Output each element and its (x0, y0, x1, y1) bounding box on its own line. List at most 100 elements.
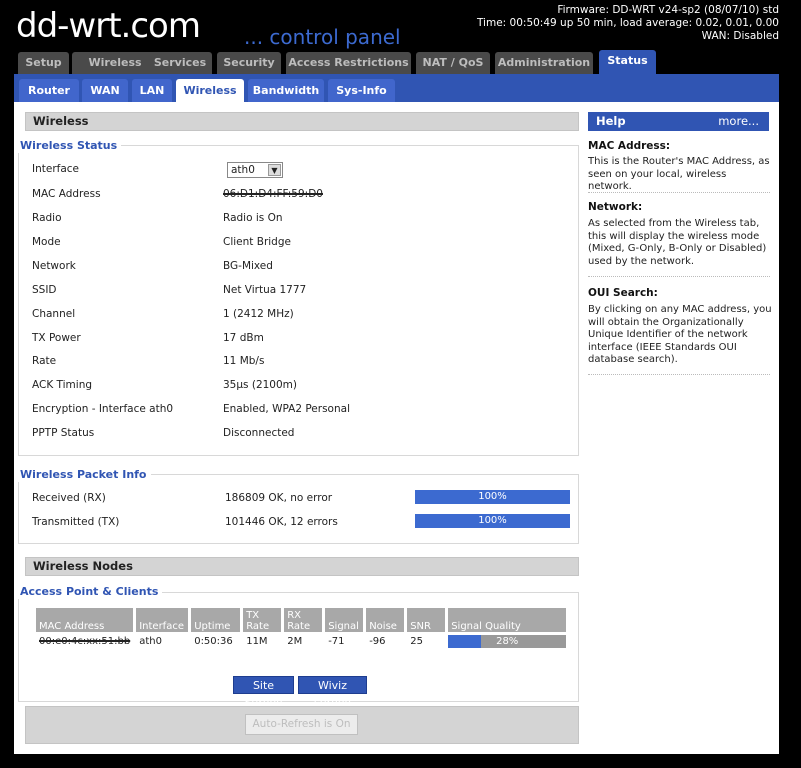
received-value: 186809 OK, no error (225, 492, 333, 504)
node-uptime: 0:50:36 (194, 635, 233, 647)
help-oui-title: OUI Search: (588, 287, 658, 299)
col-snr[interactable]: SNR (407, 608, 446, 632)
radio-value: Radio is On (223, 212, 283, 224)
packet-info-fieldset (18, 474, 579, 544)
help-divider (588, 192, 770, 193)
firmware-info: Firmware: DD-WRT v24-sp2 (08/07/10) std … (477, 4, 779, 43)
subtab-lan[interactable]: LAN (132, 79, 172, 102)
subtab-wireless[interactable]: Wireless (176, 79, 244, 102)
col-noise[interactable]: Noise (366, 608, 405, 632)
transmitted-value: 101446 OK, 12 errors (225, 516, 338, 528)
tab-setup[interactable]: Setup (18, 52, 69, 74)
signal-quality-text: 28% (496, 635, 519, 647)
help-divider (588, 276, 770, 277)
help-network-text: As selected from the Wireless tab, this … (588, 218, 767, 267)
tab-wireless[interactable]: Wireless (72, 52, 158, 74)
ack-timing-label: ACK Timing (32, 379, 93, 391)
table-row: 00:e0:4c:xx:51:bb ath0 0:50:36 11M 2M -7… (36, 634, 567, 648)
wan-status: WAN: Disabled (701, 30, 779, 42)
encryption-value: Enabled, WPA2 Personal (223, 403, 350, 415)
help-mac-text: This is the Router's MAC Address, as see… (588, 156, 770, 192)
firmware-version: Firmware: DD-WRT v24-sp2 (08/07/10) std (557, 4, 779, 16)
help-divider (588, 374, 770, 375)
node-snr: 25 (410, 635, 423, 647)
ssid-value: Net Virtua 1777 (223, 284, 307, 296)
help-oui-text: By clicking on any MAC address, you will… (588, 304, 772, 365)
channel-value: 1 (2412 MHz) (223, 308, 294, 320)
content-panel: Wireless Wireless Status Interface ath0 … (14, 102, 779, 754)
col-signal[interactable]: Signal (325, 608, 364, 632)
transmitted-progress-bar: 100% (415, 514, 570, 528)
tab-nat-qos[interactable]: NAT / QoS (416, 52, 490, 74)
ack-timing-value: 35µs (2100m) (223, 379, 297, 391)
rate-value: 11 Mb/s (223, 355, 265, 367)
node-interface: ath0 (139, 635, 162, 647)
help-mac-title: MAC Address: (588, 140, 671, 152)
logo-text: dd-wrt.com (16, 6, 201, 46)
nodes-table-header: MAC Address Interface Uptime TX Rate RX … (36, 608, 567, 632)
col-signal-quality[interactable]: Signal Quality (448, 608, 567, 632)
section-title-wireless-nodes: Wireless Nodes (25, 557, 579, 576)
network-value: BG-Mixed (223, 260, 273, 272)
help-header: Help more... (588, 112, 769, 131)
col-interface[interactable]: Interface (136, 608, 189, 632)
help-title: Help (596, 114, 626, 128)
uptime-info: Time: 00:50:49 up 50 min, load average: … (476, 17, 779, 29)
ssid-label: SSID (32, 284, 57, 296)
interface-label: Interface (32, 163, 80, 175)
mac-address-value: 06:D1:D4:FF:59:D0 (223, 188, 323, 200)
col-uptime[interactable]: Uptime (191, 608, 241, 632)
mode-value: Client Bridge (223, 236, 291, 248)
section-title-wireless: Wireless (25, 112, 579, 131)
col-mac-address[interactable]: MAC Address (36, 608, 134, 632)
sub-navigation: Router WAN LAN Wireless Bandwidth Sys-In… (14, 74, 779, 102)
encryption-label: Encryption - Interface ath0 (32, 403, 174, 415)
node-tx-rate: 11M (246, 635, 268, 647)
mode-label: Mode (32, 236, 61, 248)
network-label: Network (32, 260, 76, 272)
tab-administration[interactable]: Administration (495, 52, 593, 74)
chevron-down-icon: ▼ (268, 164, 281, 176)
node-signal: -71 (328, 635, 345, 647)
tx-power-label: TX Power (32, 332, 81, 344)
rate-label: Rate (32, 355, 57, 367)
logo: dd-wrt.com (16, 6, 201, 46)
site-survey-button[interactable]: Site Survey (233, 676, 294, 709)
control-panel-subtitle: ... control panel (244, 25, 401, 49)
nodes-legend: Access Point & Clients (16, 585, 163, 599)
radio-label: Radio (32, 212, 62, 224)
subtab-wan[interactable]: WAN (82, 79, 128, 102)
tab-status[interactable]: Status (599, 50, 656, 74)
node-noise: -96 (369, 635, 386, 647)
wiviz-survey-button[interactable]: Wiviz survey (298, 676, 367, 709)
nodes-table: MAC Address Interface Uptime TX Rate RX … (33, 606, 569, 650)
pptp-status-label: PPTP Status (32, 427, 95, 439)
received-label: Received (RX) (32, 492, 106, 504)
packet-info-legend: Wireless Packet Info (16, 468, 151, 482)
auto-refresh-button[interactable]: Auto-Refresh is On (245, 714, 358, 735)
signal-quality-bar: 28% (448, 634, 567, 648)
help-network-title: Network: (588, 201, 643, 213)
interface-select-value: ath0 (231, 164, 255, 176)
interface-select[interactable]: ath0 ▼ (227, 162, 283, 178)
tx-power-value: 17 dBm (223, 332, 264, 344)
channel-label: Channel (32, 308, 76, 320)
col-tx-rate[interactable]: TX Rate (243, 608, 282, 632)
tab-security[interactable]: Security (217, 52, 281, 74)
wireless-status-legend: Wireless Status (16, 139, 122, 153)
subtab-router[interactable]: Router (19, 79, 79, 102)
mac-address-label: MAC Address (32, 188, 101, 200)
col-rx-rate[interactable]: RX Rate (284, 608, 323, 632)
received-progress-bar: 100% (415, 490, 570, 504)
node-mac-address[interactable]: 00:e0:4c:xx:51:bb (36, 634, 133, 648)
tab-access-restrictions[interactable]: Access Restrictions (286, 52, 411, 74)
transmitted-label: Transmitted (TX) (32, 516, 120, 528)
node-rx-rate: 2M (287, 635, 303, 647)
subtab-sys-info[interactable]: Sys-Info (328, 79, 395, 102)
subtab-bandwidth[interactable]: Bandwidth (248, 79, 324, 102)
help-more-link[interactable]: more... (718, 112, 759, 130)
tab-services[interactable]: Services (148, 52, 212, 74)
header: dd-wrt.com ... control panel Firmware: D… (0, 0, 801, 50)
node-signal-quality: 28% (448, 634, 567, 648)
pptp-status-value: Disconnected (223, 427, 295, 439)
